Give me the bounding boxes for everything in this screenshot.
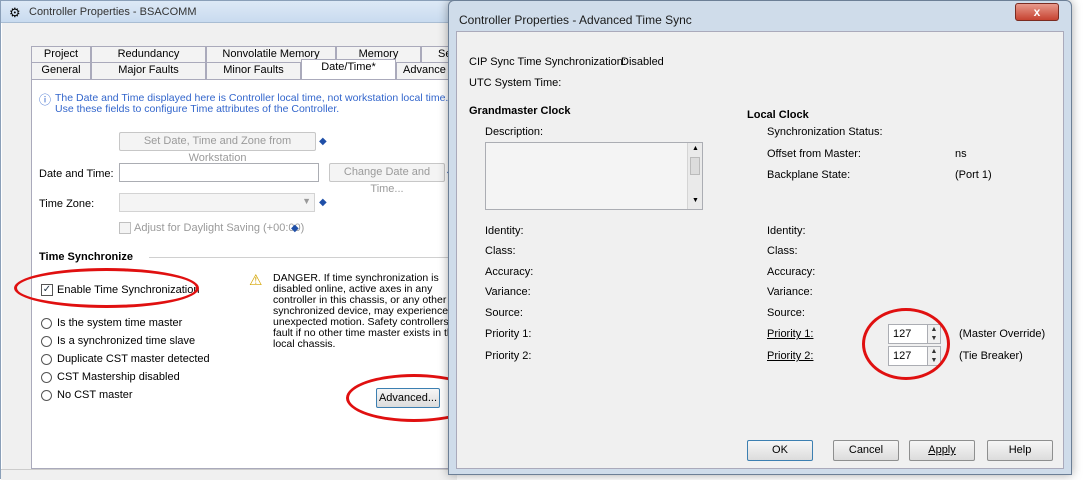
danger-line: synchronized device, may experience <box>273 305 449 317</box>
spin-up-icon: ▲ <box>930 348 938 355</box>
tab-major-faults[interactable]: Major Faults <box>91 62 206 79</box>
radio-duplicate-cst-master[interactable] <box>41 354 52 365</box>
chevron-down-icon: ▼ <box>302 196 311 206</box>
danger-line: disabled online, active axes in any <box>273 283 433 295</box>
date-time-field[interactable] <box>119 163 319 182</box>
enable-time-sync-checkbox[interactable]: ✓ <box>41 284 53 296</box>
info-icon: ⓘ <box>39 93 52 107</box>
left-window-title: Controller Properties - BSACOMM <box>29 6 197 18</box>
dialog-title: Controller Properties - Advanced Time Sy… <box>459 13 692 27</box>
radio-system-time-master[interactable] <box>41 318 52 329</box>
close-button[interactable]: x <box>1015 3 1059 21</box>
advanced-button[interactable]: Advanced... <box>376 388 440 408</box>
backplane-label: Backplane State: <box>767 169 851 181</box>
local-variance-label: Variance: <box>767 286 813 298</box>
time-zone-select[interactable]: ▼ <box>119 193 315 212</box>
gm-priority2-label: Priority 2: <box>485 350 532 362</box>
gm-variance-label: Variance: <box>485 286 531 298</box>
gm-priority1-label: Priority 1: <box>485 328 532 340</box>
radio-label: No CST master <box>57 389 133 401</box>
grandmaster-heading: Grandmaster Clock <box>469 105 571 117</box>
change-date-time-button[interactable]: Change Date and Time... <box>329 163 445 195</box>
time-zone-label: Time Zone: <box>39 198 95 210</box>
priority1-label: Priority 1: <box>767 328 814 340</box>
local-source-label: Source: <box>767 307 805 319</box>
advanced-time-sync-dialog: Controller Properties - Advanced Time Sy… <box>448 0 1072 475</box>
radio-no-cst-master[interactable] <box>41 390 52 401</box>
priority2-spinner[interactable]: ▲ ▼ <box>927 346 941 366</box>
tab-minor-faults[interactable]: Minor Faults <box>206 62 301 79</box>
priority1-input[interactable]: 127 <box>888 324 928 344</box>
scrollbar[interactable]: ▲ ▼ <box>687 143 702 209</box>
danger-line: local chassis. <box>273 338 336 350</box>
radio-label: Is the system time master <box>57 317 183 329</box>
scroll-down-icon: ▼ <box>692 197 699 204</box>
tab-redundancy[interactable]: Redundancy <box>91 46 206 63</box>
warning-icon: ⚠ <box>249 272 263 289</box>
sync-status-label: Synchronization Status: <box>767 126 883 138</box>
arrow-icon: ◆ <box>319 136 327 147</box>
priority2-label: Priority 2: <box>767 350 814 362</box>
priority2-input[interactable]: 127 <box>888 346 928 366</box>
controller-icon: ⚙ <box>9 5 21 20</box>
local-identity-label: Identity: <box>767 225 806 237</box>
ok-button[interactable]: OK <box>747 440 813 461</box>
danger-line: controller in this chassis, or any other <box>273 294 447 306</box>
utc-label: UTC System Time: <box>469 77 562 89</box>
cip-sync-label: CIP Sync Time Synchronization: <box>469 56 626 68</box>
priority2-note: (Tie Breaker) <box>959 350 1023 362</box>
dialog-client-area: CIP Sync Time Synchronization: Disabled … <box>456 31 1064 469</box>
danger-line: unexpected motion. Safety controllers ma <box>273 316 467 328</box>
set-from-workstation-button[interactable]: Set Date, Time and Zone from Workstation <box>119 132 316 164</box>
scroll-up-icon: ▲ <box>692 145 699 152</box>
spin-down-icon: ▼ <box>930 357 938 364</box>
local-class-label: Class: <box>767 245 798 257</box>
gm-class-label: Class: <box>485 245 516 257</box>
section-divider <box>149 257 449 258</box>
tab-general[interactable]: General <box>31 62 91 79</box>
offset-unit: ns <box>955 148 967 160</box>
apply-button[interactable]: Apply <box>909 440 975 461</box>
cancel-button[interactable]: Cancel <box>833 440 899 461</box>
local-clock-heading: Local Clock <box>747 109 809 121</box>
spin-up-icon: ▲ <box>930 326 938 333</box>
gm-accuracy-label: Accuracy: <box>485 266 534 278</box>
priority1-spinner[interactable]: ▲ ▼ <box>927 324 941 344</box>
description-textbox[interactable]: ▲ ▼ <box>485 142 703 210</box>
scroll-thumb[interactable] <box>690 157 700 175</box>
left-title-bar: ⚙ Controller Properties - BSACOMM <box>1 1 457 23</box>
radio-synchronized-slave[interactable] <box>41 336 52 347</box>
gm-identity-label: Identity: <box>485 225 524 237</box>
tab-date-time[interactable]: Date/Time* <box>301 59 396 79</box>
priority1-note: (Master Override) <box>959 328 1046 340</box>
spin-down-icon: ▼ <box>930 335 938 342</box>
controller-properties-window: ⚙ Controller Properties - BSACOMM Projec… <box>0 0 466 480</box>
radio-label: CST Mastership disabled <box>57 371 180 383</box>
radio-label: Is a synchronized time slave <box>57 335 196 347</box>
date-time-label: Date and Time: <box>39 168 114 180</box>
info-text-line2: Use these fields to configure Time attri… <box>55 103 340 115</box>
description-label: Description: <box>485 126 544 138</box>
radio-label: Duplicate CST master detected <box>57 353 210 365</box>
danger-line: DANGER. If time synchronization is <box>273 272 439 284</box>
local-accuracy-label: Accuracy: <box>767 266 816 278</box>
arrow-icon: ◆ <box>291 223 299 234</box>
help-button[interactable]: Help <box>987 440 1053 461</box>
cip-sync-value: Disabled <box>621 56 664 68</box>
left-footer <box>1 469 457 480</box>
offset-label: Offset from Master: <box>767 148 861 160</box>
tab-project[interactable]: Project <box>31 46 91 63</box>
backplane-value: (Port 1) <box>955 169 992 181</box>
enable-time-sync-label: Enable Time Synchronization <box>57 284 200 296</box>
daylight-saving-checkbox[interactable] <box>119 222 131 234</box>
time-sync-heading: Time Synchronize <box>39 251 133 263</box>
daylight-saving-label: Adjust for Daylight Saving (+00:00) <box>134 222 305 234</box>
radio-cst-mastership-disabled[interactable] <box>41 372 52 383</box>
arrow-icon: ◆ <box>319 197 327 208</box>
danger-line: fault if no other time master exists in … <box>273 327 459 339</box>
gm-source-label: Source: <box>485 307 523 319</box>
